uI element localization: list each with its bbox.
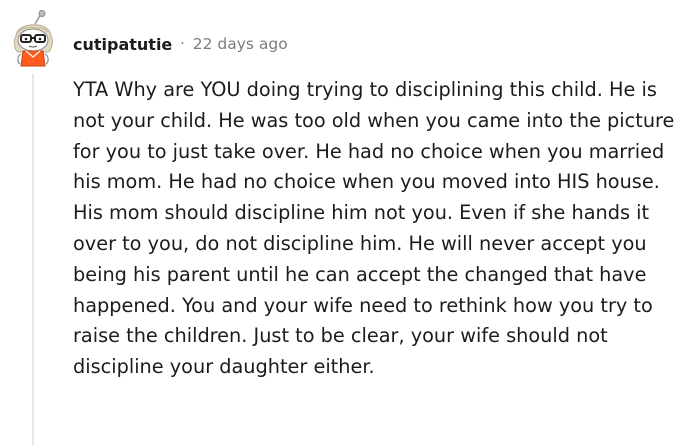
thread-line[interactable] <box>32 74 34 445</box>
comment-body: YTA Why are YOU doing trying to discipli… <box>73 75 689 383</box>
meta-separator: · <box>180 36 185 52</box>
comment: cutipatutie · 22 days ago YTA Why are YO… <box>0 0 700 445</box>
comment-text: YTA Why are YOU doing trying to discipli… <box>73 78 675 379</box>
user-avatar[interactable] <box>8 10 58 68</box>
comment-timestamp[interactable]: 22 days ago <box>193 35 288 53</box>
author-username[interactable]: cutipatutie <box>73 35 172 54</box>
comment-meta: cutipatutie · 22 days ago <box>73 32 288 56</box>
snoo-avatar-icon <box>13 10 53 67</box>
